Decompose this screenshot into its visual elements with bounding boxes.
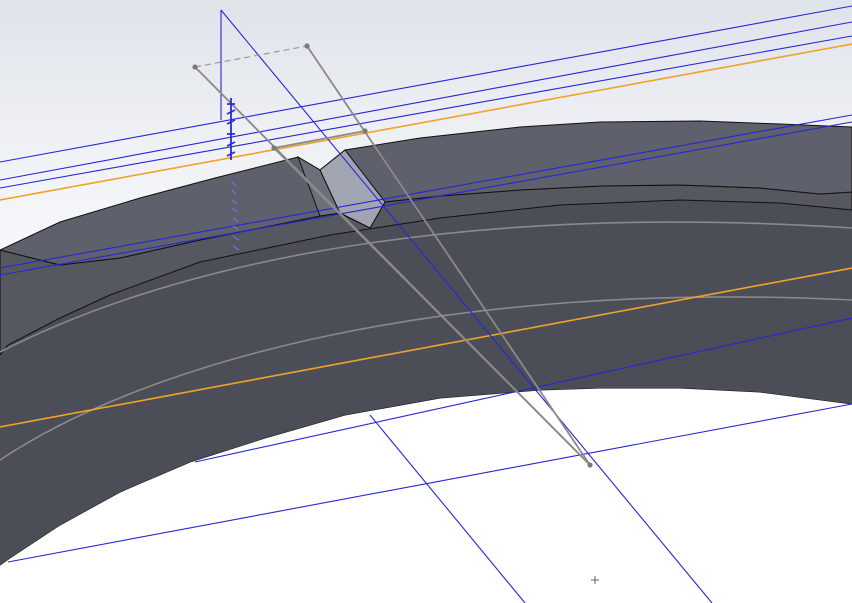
endpoint-2	[304, 43, 310, 49]
endpoint-3	[271, 145, 277, 151]
profile-dashed-edge	[194, 45, 308, 68]
cad-3d-viewport[interactable]	[0, 0, 852, 603]
endpoint-5	[587, 462, 593, 468]
endpoint-4	[362, 128, 368, 134]
crosshair-plus-icon	[591, 576, 599, 584]
model-scene[interactable]	[0, 0, 852, 603]
endpoint-1	[192, 64, 198, 70]
sketch-line-8	[369, 414, 526, 603]
profile-top-edge	[273, 130, 366, 149]
